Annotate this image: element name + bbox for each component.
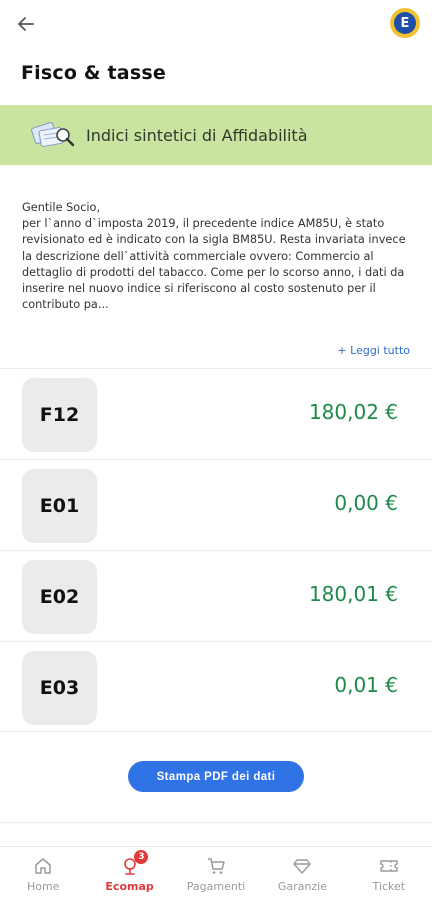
tab-home[interactable]: Home	[0, 847, 86, 900]
description-text: Gentile Socio, per l`anno d`imposta 2019…	[22, 200, 414, 313]
back-button[interactable]	[12, 10, 40, 38]
documents-magnifier-icon	[31, 122, 75, 147]
description-body: Gentile Socio, per l`anno d`imposta 2019…	[22, 201, 406, 312]
divider	[0, 550, 432, 551]
avatar[interactable]: E	[390, 8, 420, 38]
list-item: E03 0,01 €	[0, 643, 432, 731]
tab-garanzie[interactable]: Garanzie	[259, 847, 345, 900]
item-amount: 180,01 €	[308, 582, 398, 606]
divider	[0, 368, 432, 369]
list-item: F12 180,02 €	[0, 370, 432, 458]
home-icon	[32, 855, 54, 877]
item-code: E01	[22, 469, 97, 543]
bottom-tab-bar: Home 3 Ecomap Pagamenti Garanzie Ticket	[0, 846, 432, 900]
cart-icon	[205, 855, 227, 877]
item-amount: 0,00 €	[334, 491, 398, 515]
divider	[0, 822, 432, 823]
avatar-letter: E	[394, 12, 416, 34]
diamond-icon	[291, 855, 313, 877]
tab-label: Garanzie	[277, 880, 327, 893]
banner-title: Indici sintetici di Affidabilità	[86, 125, 308, 145]
tab-label: Pagamenti	[186, 880, 246, 893]
item-amount: 180,02 €	[308, 400, 398, 424]
tab-pagamenti[interactable]: Pagamenti	[173, 847, 259, 900]
divider	[0, 641, 432, 642]
print-pdf-button[interactable]: Stampa PDF dei dati	[128, 761, 304, 792]
item-amount: 0,01 €	[334, 673, 398, 697]
read-more-link[interactable]: + Leggi tutto	[337, 344, 410, 357]
notification-badge: 3	[134, 850, 149, 864]
tab-label: Ecomap	[105, 880, 154, 893]
item-code: F12	[22, 378, 97, 452]
tab-ticket[interactable]: Ticket	[346, 847, 432, 900]
list-item: E02 180,01 €	[0, 552, 432, 640]
ticket-icon	[378, 855, 400, 877]
item-code: E03	[22, 651, 97, 725]
section-banner: Indici sintetici di Affidabilità	[0, 105, 432, 165]
divider	[0, 731, 432, 732]
tab-label: Home	[26, 880, 60, 893]
divider	[0, 459, 432, 460]
tab-label: Ticket	[372, 880, 406, 893]
top-bar: E	[0, 0, 432, 48]
page-title: Fisco & tasse	[21, 62, 166, 84]
arrow-left-icon	[18, 17, 34, 31]
item-code: E02	[22, 560, 97, 634]
tab-ecomap[interactable]: 3 Ecomap	[86, 847, 172, 900]
list-item: E01 0,00 €	[0, 461, 432, 549]
